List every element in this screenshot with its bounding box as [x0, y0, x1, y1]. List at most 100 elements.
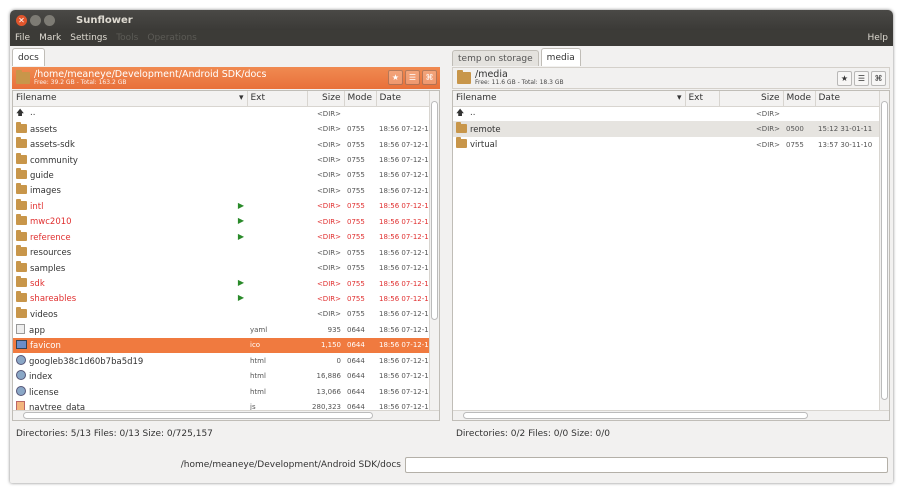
- menu-operations[interactable]: Operations: [147, 33, 196, 43]
- file-ext: [247, 291, 307, 306]
- file-mode: 0755: [347, 217, 365, 226]
- folder-icon: [456, 137, 467, 149]
- left-file-list[interactable]: Filename ▾ Ext Size Mode Date 🡅.. <DIR> ass…: [12, 90, 440, 421]
- file-mode: [783, 106, 815, 121]
- file-size: 13,066: [316, 387, 342, 396]
- file-size: <DIR>: [316, 186, 341, 195]
- left-horizontal-scrollbar[interactable]: [13, 410, 439, 420]
- column-filename[interactable]: Filename ▾: [13, 91, 248, 107]
- marked-arrow-icon: ▶: [237, 200, 244, 210]
- file-row[interactable]: remote <DIR> 0500 15:12 31-01-11: [453, 121, 879, 137]
- terminal-command-icon[interactable]: ⌘: [871, 71, 886, 86]
- tab-docs[interactable]: docs: [12, 48, 45, 66]
- file-row[interactable]: assets-sdk <DIR> 0755 18:56 07-12-10: [13, 137, 431, 152]
- file-row[interactable]: index html 16,886 0644 18:56 07-12-10: [13, 368, 431, 383]
- file-name-cell: intl ▶: [13, 198, 247, 214]
- file-row[interactable]: images <DIR> 0755 18:56 07-12-10: [13, 183, 431, 198]
- folder-icon: [16, 306, 27, 318]
- tab-media[interactable]: media: [540, 48, 581, 66]
- file-row[interactable]: mwc2010 ▶ <DIR> 0755 18:56 07-12-10: [13, 214, 431, 229]
- terminal-command-icon[interactable]: ⌘: [422, 70, 437, 85]
- command-input[interactable]: [405, 457, 888, 473]
- file-name-cell: images: [13, 183, 247, 198]
- file-ext: [685, 121, 719, 137]
- file-size: 1,150: [307, 337, 344, 353]
- column-mode[interactable]: Mode: [783, 91, 816, 107]
- tab-temp-on-storage[interactable]: temp on storage: [452, 50, 539, 66]
- column-date[interactable]: Date: [376, 91, 432, 107]
- file-row[interactable]: community <DIR> 0755 18:56 07-12-10: [13, 152, 431, 167]
- file-size: <DIR>: [316, 279, 341, 288]
- file-row[interactable]: shareables ▶ <DIR> 0755 18:56 07-12-10: [13, 291, 431, 306]
- maximize-window-button[interactable]: [44, 14, 55, 26]
- column-date[interactable]: Date: [815, 91, 880, 107]
- file-date: 18:56 07-12-10: [379, 325, 431, 334]
- minimize-window-button[interactable]: [30, 14, 41, 26]
- file-row[interactable]: videos <DIR> 0755 18:56 07-12-10: [13, 306, 431, 322]
- file-mode: 0644: [344, 337, 376, 353]
- menu-help[interactable]: Help: [867, 33, 888, 43]
- column-size[interactable]: Size: [719, 91, 784, 107]
- file-size: <DIR>: [316, 233, 341, 242]
- left-tabs: docs: [12, 48, 440, 66]
- file-row[interactable]: intl ▶ <DIR> 0755 18:56 07-12-10: [13, 198, 431, 214]
- file-row[interactable]: virtual <DIR> 0755 13:57 30-11-10: [453, 137, 879, 152]
- file-row[interactable]: app yaml 935 0644 18:56 07-12-10: [13, 322, 431, 337]
- folder-icon: [16, 291, 27, 303]
- right-horizontal-scrollbar[interactable]: [453, 410, 889, 420]
- file-name-cell: videos: [13, 306, 247, 322]
- history-list-icon[interactable]: ☰: [405, 70, 420, 85]
- right-free-space: Free: 11.6 GB - Total: 18.3 GB: [475, 78, 564, 86]
- left-vertical-scrollbar[interactable]: [429, 91, 439, 410]
- command-bar: /home/meaneye/Development/Android SDK/do…: [10, 456, 893, 474]
- right-tabs: temp on storage media: [452, 48, 890, 66]
- file-name: ..: [30, 107, 36, 118]
- file-row[interactable]: license html 13,066 0644 18:56 07-12-10: [13, 384, 431, 399]
- file-row[interactable]: sdk ▶ <DIR> 0755 18:56 07-12-10: [13, 276, 431, 291]
- menu-settings[interactable]: Settings: [70, 33, 107, 43]
- right-vertical-scrollbar[interactable]: [879, 91, 889, 410]
- file-row[interactable]: assets <DIR> 0755 18:56 07-12-10: [13, 121, 431, 136]
- file-ext: [247, 245, 307, 260]
- column-mode[interactable]: Mode: [344, 91, 377, 107]
- file-date: 18:56 07-12-10: [379, 310, 431, 319]
- file-ext: [247, 168, 307, 183]
- file-row[interactable]: 🡅.. <DIR>: [13, 106, 431, 121]
- window-title: Sunflower: [76, 14, 133, 26]
- file-name-cell: community: [13, 152, 247, 167]
- file-name: resources: [30, 248, 72, 259]
- file-name: remote: [470, 124, 501, 135]
- file-name: sdk: [30, 279, 45, 290]
- file-row[interactable]: 🡅.. <DIR>: [453, 106, 879, 121]
- file-mode: 0644: [347, 387, 365, 396]
- file-row[interactable]: guide <DIR> 0755 18:56 07-12-10: [13, 167, 431, 183]
- bookmark-star-icon[interactable]: ★: [388, 70, 403, 85]
- file-row[interactable]: resources <DIR> 0755 18:56 07-12-10: [13, 245, 431, 260]
- history-list-icon[interactable]: ☰: [854, 71, 869, 86]
- file-date: 18:56 07-12-10: [376, 337, 431, 353]
- file-size: <DIR>: [755, 109, 780, 118]
- file-mode: 0644: [347, 325, 365, 334]
- file-row[interactable]: googleb38c1d60b7ba5d19 html 0 0644 18:56 07-…: [13, 353, 431, 368]
- file-date: 18:56 07-12-10: [379, 233, 431, 242]
- file-row[interactable]: samples <DIR> 0755 18:56 07-12-10: [13, 260, 431, 275]
- file-name-cell: sdk ▶: [13, 276, 247, 291]
- menu-bar: File Mark Settings Tools Operations Help: [10, 30, 893, 46]
- file-row[interactable]: favicon ico 1,150 0644 18:56 07-12-10: [13, 337, 431, 353]
- bookmark-star-icon[interactable]: ★: [837, 71, 852, 86]
- right-file-list[interactable]: Filename ▾ Ext Size Mode Date 🡅.. <DIR> rem…: [452, 90, 890, 421]
- folder-icon: [16, 167, 27, 179]
- file-name: reference: [30, 232, 71, 243]
- column-filename[interactable]: Filename ▾: [453, 91, 686, 107]
- close-window-button[interactable]: ✕: [16, 14, 27, 26]
- file-size: <DIR>: [316, 109, 341, 118]
- file-name-cell: resources: [13, 245, 247, 260]
- menu-file[interactable]: File: [15, 33, 30, 43]
- file-name-cell: index: [13, 368, 247, 383]
- column-ext[interactable]: Ext: [685, 91, 720, 107]
- column-ext[interactable]: Ext: [247, 91, 308, 107]
- menu-tools[interactable]: Tools: [116, 33, 138, 43]
- menu-mark[interactable]: Mark: [39, 33, 61, 43]
- file-row[interactable]: reference ▶ <DIR> 0755 18:56 07-12-10: [13, 229, 431, 245]
- column-size[interactable]: Size: [307, 91, 345, 107]
